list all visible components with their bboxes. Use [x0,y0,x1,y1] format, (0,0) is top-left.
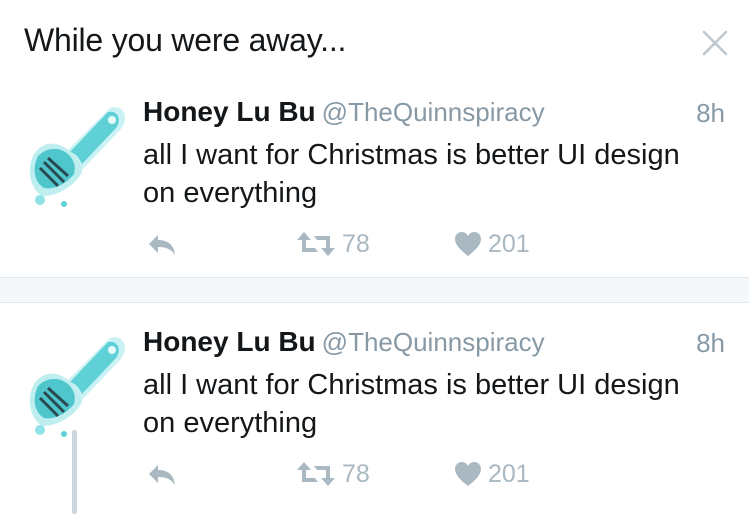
close-icon [702,30,728,56]
retweet-count: 78 [342,459,370,488]
tweet-text: all I want for Christmas is better UI de… [143,139,680,209]
page-title: While you were away... [24,22,347,58]
avatar[interactable] [20,328,128,440]
section-divider [0,277,749,303]
timestamp[interactable]: 8h [696,98,725,129]
avatar[interactable] [20,98,128,210]
timestamp[interactable]: 8h [696,328,725,359]
close-button[interactable] [700,28,730,58]
like-count: 201 [488,459,530,488]
tweet[interactable]: Honey Lu Bu @TheQuinnspiracy 8h all I wan… [0,90,749,277]
tweet[interactable]: Honey Lu Bu @TheQuinnspiracy 8h all I wan… [0,320,749,514]
paintbrush-avatar-icon [29,337,125,437]
author-name[interactable]: Honey Lu Bu [143,96,316,127]
author-handle[interactable]: @TheQuinnspiracy [322,327,545,357]
author-line[interactable]: Honey Lu Bu @TheQuinnspiracy [143,96,545,128]
reply-icon [149,235,175,255]
author-handle[interactable]: @TheQuinnspiracy [322,97,545,127]
retweet-button[interactable]: 78 [296,226,370,262]
author-line[interactable]: Honey Lu Bu @TheQuinnspiracy [143,326,545,358]
retweet-count: 78 [342,229,370,258]
retweet-icon [297,232,335,256]
like-button[interactable]: 201 [454,456,530,492]
reply-button[interactable] [146,226,178,262]
reply-button[interactable] [146,456,178,492]
paintbrush-avatar-icon [29,107,125,207]
heart-icon [455,232,481,256]
tweet-actions: 78 201 [143,226,663,262]
author-name[interactable]: Honey Lu Bu [143,326,316,357]
retweet-button[interactable]: 78 [296,456,370,492]
reply-icon [149,465,175,485]
thread-connector-line [72,430,77,514]
like-count: 201 [488,229,530,258]
tweet-text: all I want for Christmas is better UI de… [143,369,680,439]
like-button[interactable]: 201 [454,226,530,262]
tweet-actions: 78 201 [143,456,663,492]
retweet-icon [297,462,335,486]
heart-icon [455,462,481,486]
